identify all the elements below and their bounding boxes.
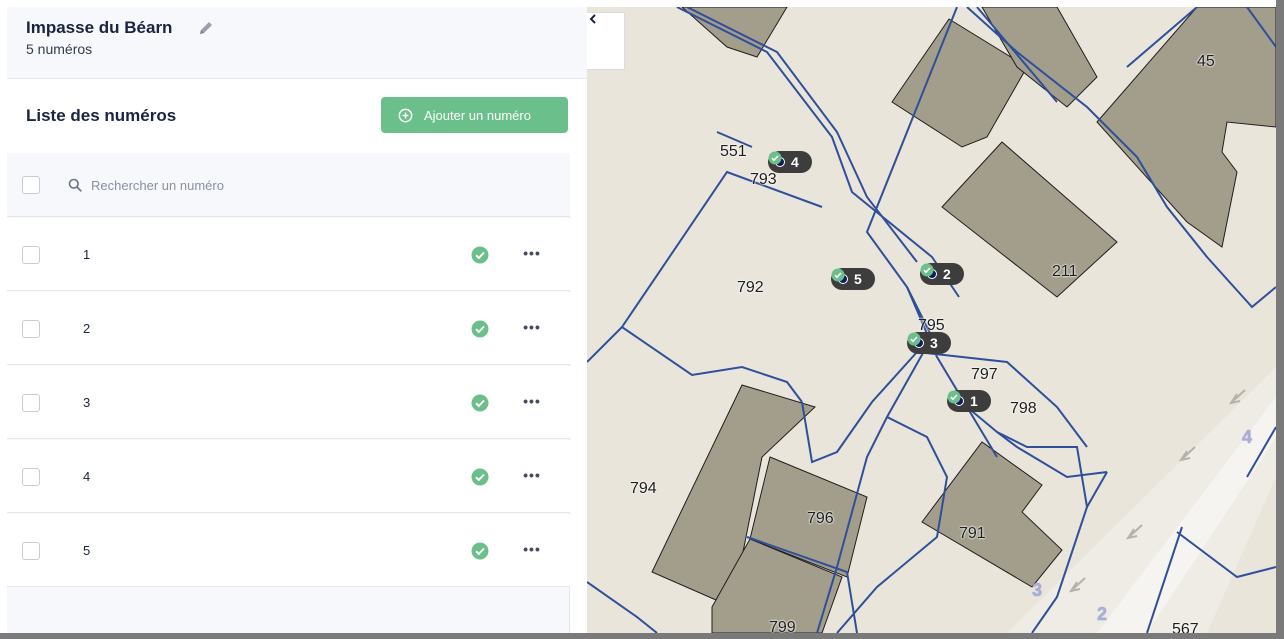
row-number: 5 xyxy=(83,543,91,558)
parcel-label: 799 xyxy=(769,619,796,633)
row-number: 3 xyxy=(83,395,91,410)
window-shadow xyxy=(0,633,1284,639)
row-number: 2 xyxy=(83,321,91,336)
certified-check-icon xyxy=(768,151,782,165)
marker-number: 2 xyxy=(943,266,951,282)
plus-circle-icon xyxy=(398,108,413,122)
row-checkbox[interactable] xyxy=(22,320,40,338)
chevron-left-icon xyxy=(589,14,596,24)
row-number: 4 xyxy=(83,469,91,484)
parcel-label: 793 xyxy=(750,171,777,188)
row-checkbox[interactable] xyxy=(22,246,40,264)
numbers-table: 1 ••• 2 ••• 3 ••• 4 ••• xyxy=(7,153,570,633)
row-number: 1 xyxy=(83,247,91,262)
road-number-label: 4 xyxy=(1242,427,1253,447)
select-all-checkbox[interactable] xyxy=(22,176,40,194)
marker-number: 4 xyxy=(791,154,799,170)
row-menu-button[interactable]: ••• xyxy=(521,244,543,264)
parcel-label: 796 xyxy=(807,510,834,527)
table-row[interactable]: 5 ••• xyxy=(7,514,570,587)
road-number-label: 3 xyxy=(1032,580,1043,600)
certified-check-icon xyxy=(471,394,489,412)
parcel-label: 794 xyxy=(630,480,657,497)
address-marker[interactable]: 1 xyxy=(947,390,991,412)
building xyxy=(941,141,1118,298)
parcel-label: 791 xyxy=(959,525,986,542)
certified-check-icon xyxy=(920,263,934,277)
address-panel: Impasse du Béarn 5 numéros Liste des num… xyxy=(7,7,587,633)
certified-check-icon xyxy=(471,320,489,338)
address-marker[interactable]: 2 xyxy=(920,263,964,285)
certified-check-icon xyxy=(471,246,489,264)
marker-number: 3 xyxy=(930,335,938,351)
parcel-label: 211 xyxy=(1052,263,1078,280)
table-row[interactable]: 2 ••• xyxy=(7,292,570,365)
row-menu-button[interactable]: ••• xyxy=(521,540,543,560)
certified-check-icon xyxy=(947,390,961,404)
add-number-label: Ajouter un numéro xyxy=(424,107,531,123)
road-number-label: 2 xyxy=(1097,604,1108,624)
parcel-label: 798 xyxy=(1010,400,1037,417)
list-title: Liste des numéros xyxy=(26,106,177,125)
collapse-panel-button[interactable] xyxy=(587,12,625,70)
row-checkbox[interactable] xyxy=(22,468,40,486)
certified-check-icon xyxy=(831,268,845,282)
parcel-label: 792 xyxy=(737,279,764,296)
row-menu-button[interactable]: ••• xyxy=(521,318,543,338)
building xyxy=(921,441,1063,588)
certified-check-icon xyxy=(471,542,489,560)
pencil-icon[interactable] xyxy=(197,19,215,37)
parcel-label: 551 xyxy=(720,143,747,160)
address-marker[interactable]: 3 xyxy=(907,332,951,354)
search-input[interactable] xyxy=(91,173,391,197)
certified-check-icon xyxy=(471,468,489,486)
address-marker[interactable]: 4 xyxy=(768,151,812,173)
marker-number: 5 xyxy=(854,271,862,287)
search-icon xyxy=(68,178,82,192)
search-row xyxy=(7,153,570,217)
row-checkbox[interactable] xyxy=(22,394,40,412)
street-numbers-count: 5 numéros xyxy=(26,41,93,57)
parcel-label: 567 xyxy=(1172,621,1199,633)
street-header: Impasse du Béarn 5 numéros xyxy=(7,7,587,79)
cadastre-map[interactable]: 45 551 793 211 792 795 797 798 794 796 7… xyxy=(587,7,1276,633)
window-shadow xyxy=(1276,0,1284,639)
table-row[interactable]: 3 ••• xyxy=(7,366,570,439)
address-marker[interactable]: 5 xyxy=(831,268,875,290)
street-name: Impasse du Béarn xyxy=(26,18,173,37)
building xyxy=(1096,7,1276,248)
add-number-button[interactable]: Ajouter un numéro xyxy=(381,97,568,133)
marker-number: 1 xyxy=(970,393,978,409)
certified-check-icon xyxy=(907,332,921,346)
parcel-label: 797 xyxy=(971,366,998,383)
row-menu-button[interactable]: ••• xyxy=(521,466,543,486)
table-row[interactable]: 4 ••• xyxy=(7,440,570,513)
table-row[interactable]: 1 ••• xyxy=(7,218,570,291)
row-checkbox[interactable] xyxy=(22,542,40,560)
parcel-label: 45 xyxy=(1197,53,1215,70)
row-menu-button[interactable]: ••• xyxy=(521,392,543,412)
